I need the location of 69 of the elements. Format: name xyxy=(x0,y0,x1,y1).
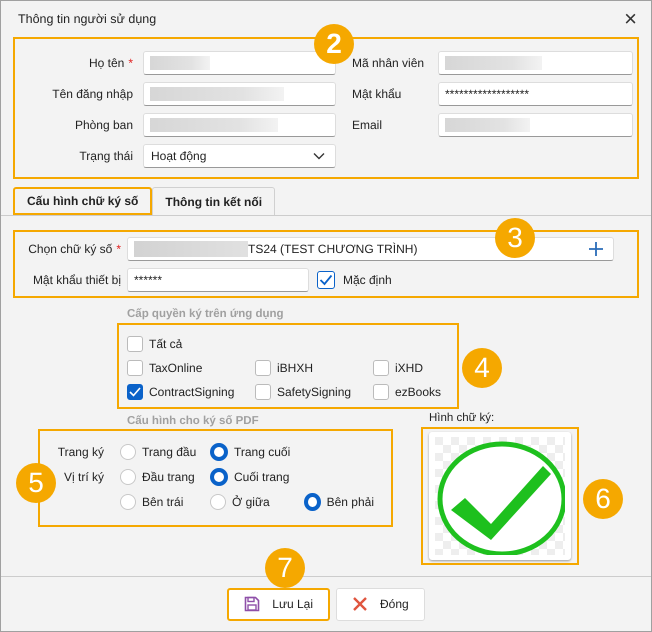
field-label: Chọn chữ ký số xyxy=(28,242,112,256)
checkbox-label: iBHXH xyxy=(277,361,314,375)
section-heading: Cấp quyền ký trên ứng dụng xyxy=(127,308,284,320)
radio-button[interactable] xyxy=(304,493,321,511)
radio-label: Trang cuối xyxy=(234,444,290,458)
checkbox-label: ContractSigning xyxy=(149,385,234,399)
step-badge: 7 xyxy=(265,548,305,588)
tab[interactable]: Thông tin kết nối xyxy=(152,187,276,215)
checkbox-label: Tất cả xyxy=(149,337,182,351)
input-field[interactable] xyxy=(143,113,336,137)
close-icon xyxy=(352,596,368,612)
input-field[interactable] xyxy=(143,82,336,106)
dropdown-value: Hoạt động xyxy=(151,149,206,163)
field-label: Mã nhân viên xyxy=(352,56,424,70)
step-badge: 4 xyxy=(462,348,502,388)
checkbox-label: SafetySigning xyxy=(277,385,352,399)
status-dropdown[interactable]: Hoạt động xyxy=(143,144,336,168)
checkbox-label: Mặc định xyxy=(343,272,392,286)
checkbox-label: iXHD xyxy=(395,361,424,375)
radio-label: Bên trái xyxy=(142,495,184,509)
required-mark: * xyxy=(116,242,121,256)
radio-label: Bên phải xyxy=(326,495,374,509)
row-label: Trang ký xyxy=(56,444,105,458)
checkbox[interactable] xyxy=(255,360,271,376)
checkbox[interactable] xyxy=(127,336,143,352)
radio-label: Cuối trang xyxy=(234,470,290,484)
radio-button[interactable] xyxy=(120,494,136,510)
required-mark: * xyxy=(128,56,133,70)
field-label: Email xyxy=(352,118,382,132)
radio-button[interactable] xyxy=(210,442,228,460)
checkbox[interactable] xyxy=(317,270,335,288)
field-label: Phòng ban xyxy=(74,118,133,132)
checkbox[interactable] xyxy=(127,384,143,400)
step-badge: 6 xyxy=(583,479,623,519)
image-label: Hình chữ ký: xyxy=(429,412,496,424)
chevron-down-icon xyxy=(313,152,325,160)
section-heading: Cấu hình cho ký số PDF xyxy=(127,415,259,427)
window-title: Thông tin người sử dụng xyxy=(18,12,156,26)
checkbox[interactable] xyxy=(373,360,389,376)
close-button[interactable]: × xyxy=(620,8,641,30)
input-field[interactable] xyxy=(438,51,633,75)
radio-button[interactable] xyxy=(210,494,226,510)
checkbox-label: TaxOnline xyxy=(149,361,202,375)
radio-button[interactable] xyxy=(120,468,136,484)
tab[interactable]: Cấu hình chữ ký số xyxy=(13,187,152,215)
radio-label: Đầu trang xyxy=(142,470,195,484)
radio-label: Ở giữa xyxy=(232,495,270,509)
radio-label: Trang đầu xyxy=(142,444,196,458)
field-label: Mật khẩu xyxy=(352,87,402,101)
field-label: Tên đăng nhập xyxy=(52,87,133,101)
radio-button[interactable] xyxy=(210,468,228,486)
save-button[interactable]: Lưu Lại xyxy=(227,588,330,620)
checkbox[interactable] xyxy=(373,384,389,400)
plus-icon[interactable] xyxy=(589,242,603,256)
input-field[interactable] xyxy=(143,51,336,75)
close-button[interactable]: Đóng xyxy=(336,588,425,620)
input-field[interactable]: ****** xyxy=(127,268,309,292)
field-label: Họ tên xyxy=(88,56,124,70)
checkbox-label: ezBooks xyxy=(395,385,442,399)
signature-image[interactable] xyxy=(429,432,571,560)
field-label: Mật khẩu thiết bị xyxy=(32,272,121,286)
select-value: TS24 (TEST CHƯƠNG TRÌNH) xyxy=(248,242,418,256)
row-label: Vị trí ký xyxy=(62,470,105,484)
input-field[interactable] xyxy=(438,113,633,137)
field-label: Trạng thái xyxy=(79,149,133,163)
radio-button[interactable] xyxy=(120,444,136,460)
input-field[interactable]: ****************** xyxy=(438,82,633,106)
checkbox[interactable] xyxy=(127,360,143,376)
checkbox[interactable] xyxy=(255,384,271,400)
